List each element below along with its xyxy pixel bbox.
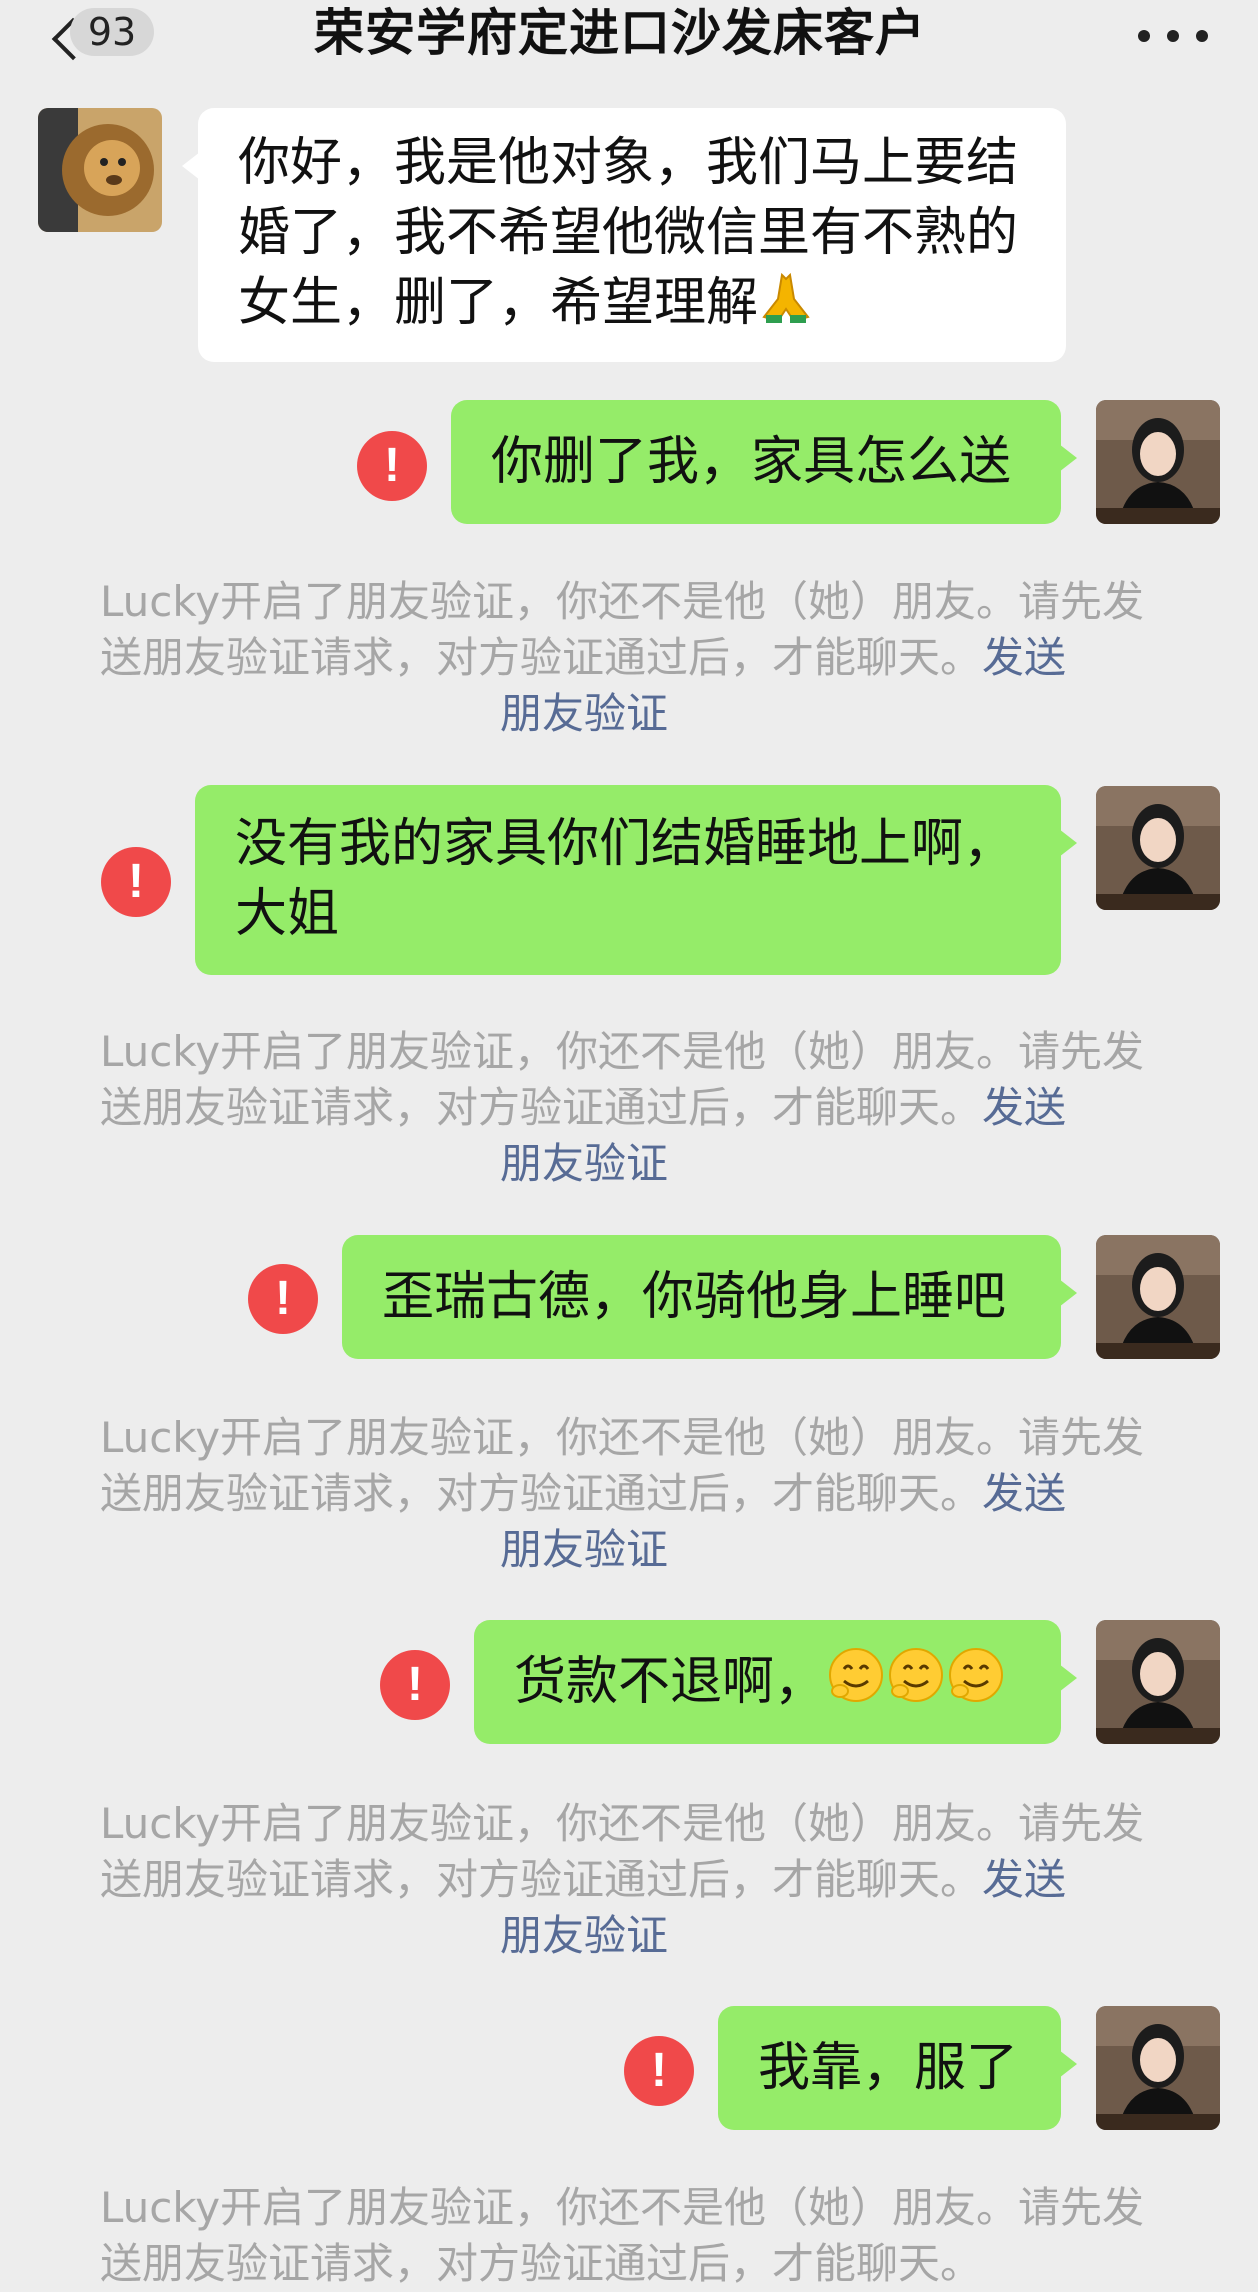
dot-icon <box>1138 30 1150 42</box>
smile-emoji-icon <box>826 1645 886 1726</box>
my-avatar[interactable] <box>1096 2006 1220 2130</box>
chat-header: 93 荣安学府定进口沙发床客户 <box>0 0 1258 80</box>
dot-icon <box>1167 30 1179 42</box>
incoming-message-text: 你好，我是他对象，我们马上要结婚了，我不希望他微信里有不熟的女生，删了，希望理解 <box>238 133 1019 333</box>
send-verification-link[interactable]: 发送 <box>982 1469 1066 1518</box>
send-verification-link[interactable]: 朋友验证 <box>100 1522 1158 1578</box>
my-avatar[interactable] <box>1096 1620 1220 1744</box>
send-verification-link[interactable]: 朋友验证 <box>100 686 1158 742</box>
send-failed-icon[interactable]: ! <box>101 847 171 917</box>
outgoing-message-text: 歪瑞古德，你骑他身上睡吧 <box>382 1267 1007 1327</box>
outgoing-message-text: 货款不退啊， <box>514 1652 827 1712</box>
system-notice: Lucky开启了朋友验证，你还不是他（她）朋友。请先发送朋友验证请求，对方验证通… <box>100 2183 1145 2288</box>
my-avatar[interactable] <box>1096 400 1220 524</box>
outgoing-message-bubble[interactable]: 货款不退啊， <box>474 1620 1077 1744</box>
contact-avatar[interactable] <box>38 108 162 232</box>
send-verification-link[interactable]: 朋友验证 <box>100 1136 1158 1192</box>
system-notice: Lucky开启了朋友验证，你还不是他（她）朋友。请先发送朋友验证请求，对方验证通… <box>100 1024 1158 1192</box>
system-notice: Lucky开启了朋友验证，你还不是他（她）朋友。请先发送朋友验证请求，对方验证通… <box>100 574 1158 742</box>
unread-count-badge: 93 <box>70 8 154 56</box>
chat-title: 荣安学府定进口沙发床客户 <box>314 4 926 62</box>
outgoing-message-bubble[interactable]: 你删了我，家具怎么送 <box>451 400 1077 524</box>
send-verification-link[interactable]: 发送 <box>982 1083 1066 1132</box>
pray-emoji-icon <box>758 269 814 343</box>
my-avatar[interactable] <box>1096 786 1220 910</box>
smile-emoji-icon <box>886 1645 946 1726</box>
send-verification-link[interactable]: 发送 <box>982 633 1066 682</box>
send-verification-link[interactable]: 发送 <box>982 1855 1066 1904</box>
send-failed-icon[interactable]: ! <box>380 1650 450 1720</box>
send-failed-icon[interactable]: ! <box>624 2036 694 2106</box>
incoming-message-bubble[interactable]: 你好，我是他对象，我们马上要结婚了，我不希望他微信里有不熟的女生，删了，希望理解 <box>182 108 1066 362</box>
send-verification-link[interactable]: 朋友验证 <box>100 1908 1158 1964</box>
send-failed-icon[interactable]: ! <box>357 431 427 501</box>
send-failed-icon[interactable]: ! <box>248 1264 318 1334</box>
system-notice: Lucky开启了朋友验证，你还不是他（她）朋友。请先发送朋友验证请求，对方验证通… <box>100 1796 1158 1964</box>
outgoing-message-bubble[interactable]: 歪瑞古德，你骑他身上睡吧 <box>342 1235 1077 1359</box>
outgoing-message-text: 我靠，服了 <box>758 2038 1019 2098</box>
outgoing-message-bubble[interactable]: 没有我的家具你们结婚睡地上啊，大姐 <box>195 785 1077 975</box>
system-notice: Lucky开启了朋友验证，你还不是他（她）朋友。请先发送朋友验证请求，对方验证通… <box>100 1410 1158 1578</box>
my-avatar[interactable] <box>1096 1235 1220 1359</box>
outgoing-message-text: 没有我的家具你们结婚睡地上啊，大姐 <box>235 814 1016 944</box>
smile-emoji-icon <box>946 1645 1006 1726</box>
more-options-button[interactable] <box>1138 16 1208 56</box>
outgoing-message-text: 你删了我，家具怎么送 <box>491 432 1012 492</box>
outgoing-message-bubble[interactable]: 我靠，服了 <box>718 2006 1077 2130</box>
dot-icon <box>1196 30 1208 42</box>
